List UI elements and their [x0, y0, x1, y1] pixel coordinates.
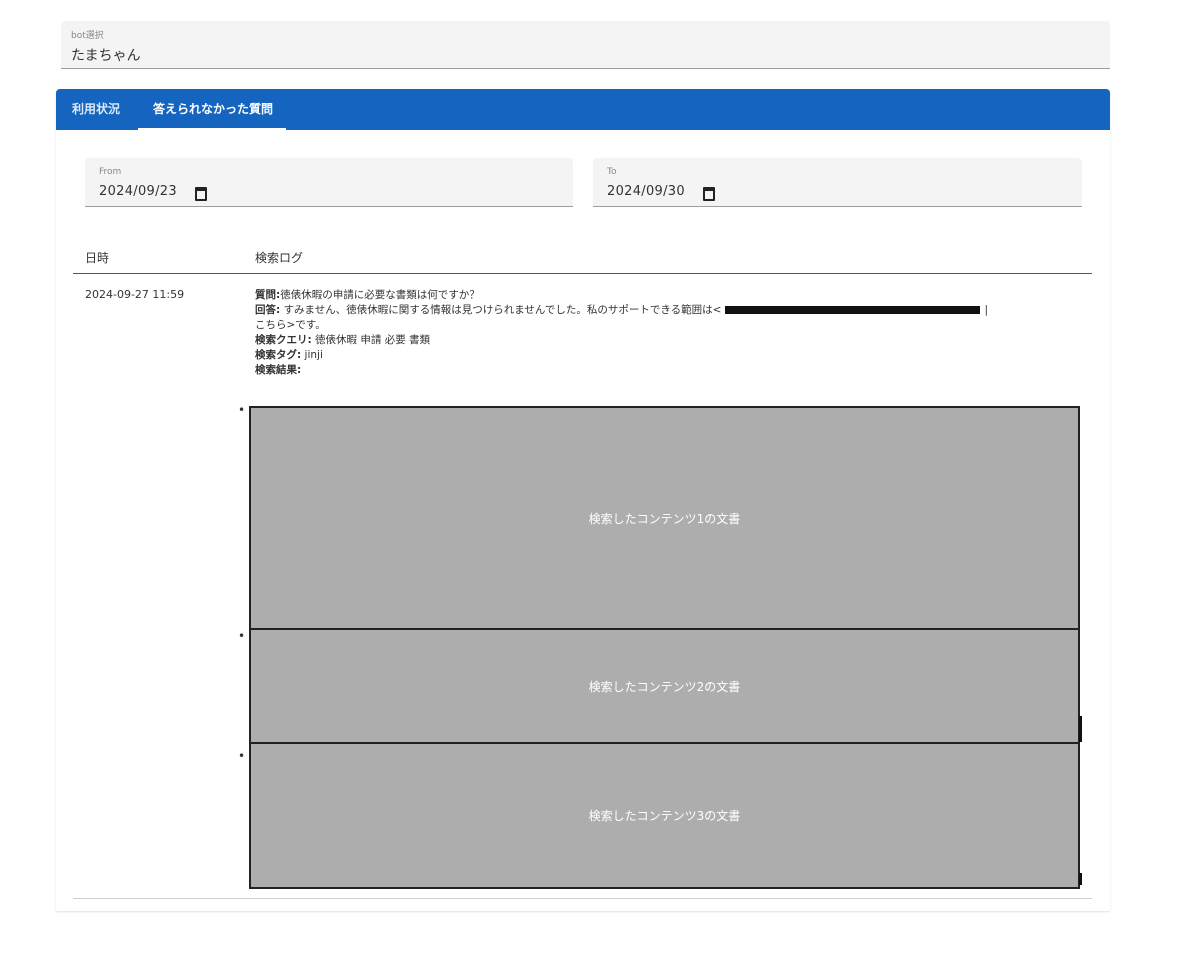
answer-label: 回答:	[255, 304, 281, 316]
answer-line: 回答: すみません、徳俵休暇に関する情報は見つけられませんでした。私のサポートで…	[255, 303, 1085, 318]
tab-bar: 利用状況 答えられなかった質問	[56, 89, 1110, 130]
list-bullet: •	[238, 749, 246, 763]
from-date-value[interactable]: 2024/09/23	[99, 184, 177, 199]
tag-line: 検索タグ: jinji	[255, 348, 1085, 363]
question-text: 徳俵休暇の申請に必要な書類は何ですか？	[280, 289, 480, 301]
from-date-field[interactable]: From 2024/09/23	[85, 158, 573, 207]
redacted-link	[725, 306, 981, 314]
search-result-document: 検索したコンテンツ3の文書	[249, 742, 1080, 889]
document-title: 検索したコンテンツ1の文書	[588, 511, 741, 526]
column-header-datetime: 日時	[85, 251, 110, 265]
document-title: 検索したコンテンツ3の文書	[588, 809, 741, 823]
search-log-cell: 質問:徳俵休暇の申請に必要な書類は何ですか？ 回答: すみません、徳俵休暇に関す…	[255, 288, 1085, 378]
search-result-document: 検索したコンテンツ2の文書	[249, 628, 1080, 744]
tag-text: jinji	[304, 349, 323, 361]
tag-label: 検索タグ:	[255, 349, 302, 361]
to-date-field[interactable]: To 2024/09/30	[593, 158, 1082, 207]
document-title: 検索したコンテンツ2の文書	[588, 679, 741, 694]
list-bullet: •	[238, 629, 246, 643]
to-date-label: To	[607, 167, 617, 177]
list-bullet: •	[238, 403, 246, 417]
bot-select[interactable]: bot選択 たまちゃん	[61, 21, 1110, 69]
search-result-document: 検索したコンテンツ1の文書	[249, 406, 1080, 630]
header-divider	[73, 273, 1092, 274]
result-line: 検索結果:	[255, 363, 1085, 378]
query-line: 検索クエリ: 徳俵休暇 申請 必要 書類	[255, 333, 1085, 348]
bot-select-value[interactable]: たまちゃん	[71, 45, 141, 65]
document-edge	[1079, 873, 1082, 885]
answer-line-2: こちら>です。	[255, 319, 326, 331]
question-line: 質問:徳俵休暇の申請に必要な書類は何ですか？	[255, 288, 1085, 303]
row-divider	[73, 898, 1092, 899]
bot-select-label: bot選択	[71, 31, 104, 41]
to-date-value[interactable]: 2024/09/30	[607, 184, 685, 199]
calendar-icon[interactable]	[703, 187, 715, 201]
answer-text-tail: |	[984, 304, 989, 316]
query-label: 検索クエリ:	[255, 334, 312, 346]
column-header-search-log: 検索ログ	[255, 251, 304, 265]
from-date-label: From	[99, 167, 122, 177]
answer-text: すみません、徳俵休暇に関する情報は見つけられませんでした。私のサポートできる範囲…	[283, 304, 722, 316]
tab-unanswered-questions[interactable]: 答えられなかった質問	[137, 89, 287, 130]
document-edge	[1079, 716, 1082, 742]
calendar-icon[interactable]	[195, 187, 207, 201]
row-datetime: 2024-09-27 11:59	[85, 288, 185, 301]
result-label: 検索結果:	[255, 364, 302, 376]
tab-usage[interactable]: 利用状況	[72, 89, 120, 130]
query-text: 徳俵休暇 申請 必要 書類	[315, 334, 431, 346]
question-label: 質問:	[255, 289, 281, 301]
